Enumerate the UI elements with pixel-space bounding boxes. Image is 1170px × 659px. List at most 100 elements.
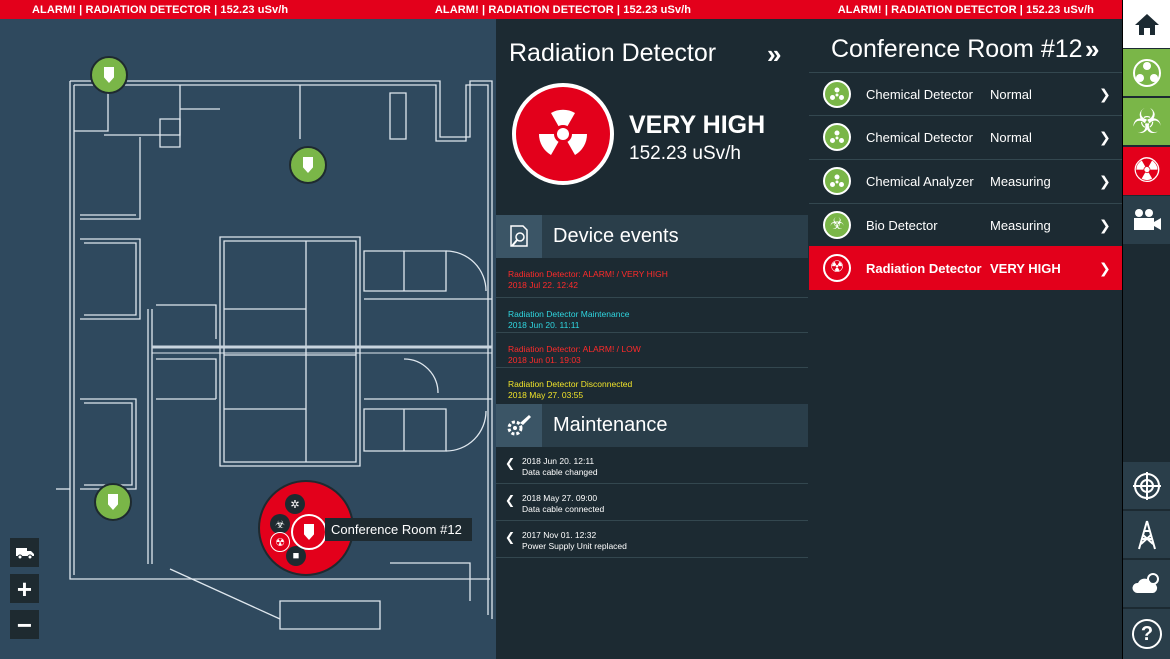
device-events-header: Device events bbox=[496, 215, 808, 258]
floor-plan-map[interactable]: ✲ ☣ ☢ ■ Conference Room #12 + − bbox=[0, 19, 496, 659]
event-text: Radiation Detector: ALARM! / LOW bbox=[508, 344, 641, 354]
event-item[interactable]: Radiation Detector Disconnected 2018 May… bbox=[496, 368, 808, 405]
event-item[interactable]: Radiation Detector: ALARM! / LOW 2018 Ju… bbox=[496, 333, 808, 368]
chemical-icon bbox=[823, 80, 851, 108]
room-panel: Conference Room #12 » Chemical Detector … bbox=[809, 19, 1122, 659]
tower-button[interactable] bbox=[1123, 510, 1170, 558]
chemical-icon bbox=[1133, 58, 1161, 87]
radiation-value: 152.23 uSv/h bbox=[629, 143, 741, 164]
maintenance-item[interactable]: ❮ 2018 Jun 20. 12:11 Data cable changed bbox=[496, 447, 808, 484]
collapse-panel-button[interactable]: » bbox=[767, 39, 781, 70]
radiation-level: VERY HIGH bbox=[629, 111, 766, 139]
weather-button[interactable] bbox=[1123, 559, 1170, 607]
biohazard-filter-button[interactable]: ☣ bbox=[1123, 98, 1170, 146]
floor-plan-drawing bbox=[56, 80, 493, 630]
device-pin-ok[interactable] bbox=[289, 146, 327, 184]
chemical-icon bbox=[823, 123, 851, 151]
event-time: 2018 Jun 01. 19:03 bbox=[508, 355, 581, 365]
chemical-icon bbox=[823, 167, 851, 195]
help-icon: ? bbox=[1132, 619, 1162, 649]
device-name: Chemical Detector bbox=[866, 129, 973, 145]
room-title: Conference Room #12 bbox=[831, 35, 1083, 63]
chevron-right-icon: ❯ bbox=[1099, 128, 1111, 145]
zoom-in-button[interactable]: + bbox=[10, 574, 39, 603]
device-row-chemical-analyzer[interactable]: Chemical Analyzer Measuring ❯ bbox=[809, 159, 1122, 202]
radiation-status-icon bbox=[512, 83, 614, 185]
event-text: Radiation Detector: ALARM! / VERY HIGH bbox=[508, 269, 668, 279]
shield-icon bbox=[104, 67, 114, 83]
tower-icon bbox=[1138, 520, 1156, 549]
device-name: Chemical Analyzer bbox=[866, 173, 974, 189]
device-pin-ok[interactable] bbox=[90, 56, 128, 94]
maintenance-date: 2018 May 27. 09:00 bbox=[522, 493, 598, 503]
maintenance-text: Power Supply Unit replaced bbox=[522, 541, 627, 551]
radiation-filter-button[interactable]: ☢ bbox=[1123, 147, 1170, 195]
event-item[interactable]: Radiation Detector Maintenance 2018 Jun … bbox=[496, 298, 808, 333]
collapse-room-button[interactable]: » bbox=[1085, 34, 1099, 65]
event-item[interactable]: Radiation Detector: ALARM! / VERY HIGH 2… bbox=[496, 258, 808, 298]
maintenance-date: 2017 Nov 01. 12:32 bbox=[522, 530, 597, 540]
alarm-bar[interactable]: ALARM! | RADIATION DETECTOR | 152.23 uSv… bbox=[0, 0, 1122, 19]
shield-icon bbox=[303, 157, 313, 173]
event-time: 2018 May 27. 03:55 bbox=[508, 390, 584, 400]
crosshair-icon bbox=[1133, 471, 1161, 500]
biohazard-icon: ☣ bbox=[1131, 102, 1163, 141]
device-row-chemical-detector[interactable]: Chemical Detector Normal ❯ bbox=[809, 72, 1122, 115]
shield-icon bbox=[304, 524, 314, 540]
truck-icon bbox=[15, 547, 34, 559]
vehicle-button[interactable] bbox=[10, 538, 39, 567]
help-button[interactable]: ? bbox=[1123, 608, 1170, 659]
device-row-chemical-detector[interactable]: Chemical Detector Normal ❯ bbox=[809, 115, 1122, 158]
device-name: Radiation Detector bbox=[866, 260, 982, 276]
zoom-out-button[interactable]: − bbox=[10, 610, 39, 639]
target-button[interactable] bbox=[1123, 461, 1170, 509]
app-root: ALARM! | RADIATION DETECTOR | 152.23 uSv… bbox=[0, 0, 1170, 659]
event-time: 2018 Jul 22. 12:42 bbox=[508, 280, 578, 290]
wrench-gear-icon bbox=[496, 404, 542, 447]
maintenance-item[interactable]: ❮ 2018 May 27. 09:00 Data cable connecte… bbox=[496, 484, 808, 521]
device-status: Measuring bbox=[990, 217, 1051, 233]
chevron-right-icon: ❯ bbox=[1099, 85, 1111, 102]
chevron-left-icon: ❮ bbox=[505, 530, 516, 544]
maintenance-date: 2018 Jun 20. 12:11 bbox=[522, 456, 595, 466]
maintenance-header: Maintenance bbox=[496, 404, 808, 447]
device-events-title: Device events bbox=[553, 225, 679, 247]
device-row-radiation-detector[interactable]: ☢ Radiation Detector VERY HIGH ❯ bbox=[809, 246, 1122, 290]
maintenance-text: Data cable changed bbox=[522, 467, 598, 477]
panel-title: Radiation Detector bbox=[509, 39, 717, 67]
camera-filter-button[interactable] bbox=[1123, 196, 1170, 244]
chevron-right-icon: ❯ bbox=[1099, 172, 1111, 189]
device-pin-alarm[interactable] bbox=[291, 514, 327, 550]
alarm-text-left: ALARM! | RADIATION DETECTOR | 152.23 uSv… bbox=[32, 3, 289, 16]
chevron-right-icon: ❯ bbox=[1099, 259, 1111, 276]
chemical-icon: ✲ bbox=[285, 494, 305, 514]
radiation-icon bbox=[538, 109, 588, 155]
home-button[interactable] bbox=[1123, 0, 1170, 48]
biohazard-icon: ☣ bbox=[270, 514, 290, 534]
device-status: VERY HIGH bbox=[990, 260, 1061, 276]
detector-panel: Radiation Detector » VERY HIGH 152.23 uS… bbox=[496, 19, 808, 659]
chevron-left-icon: ❮ bbox=[505, 456, 516, 470]
event-text: Radiation Detector Disconnected bbox=[508, 379, 633, 389]
camera-icon bbox=[1134, 209, 1161, 230]
document-search-icon bbox=[496, 215, 542, 258]
chevron-left-icon: ❮ bbox=[505, 493, 516, 507]
device-row-bio-detector[interactable]: ☣ Bio Detector Measuring ❯ bbox=[809, 203, 1122, 246]
alarm-text-right: ALARM! | RADIATION DETECTOR | 152.23 uSv… bbox=[837, 3, 1094, 16]
room-label: Conference Room #12 bbox=[325, 518, 472, 541]
alarm-text-center: ALARM! | RADIATION DETECTOR | 152.23 uSv… bbox=[434, 3, 692, 16]
device-pin-ok[interactable] bbox=[94, 483, 132, 521]
device-name: Bio Detector bbox=[866, 217, 938, 233]
device-status: Normal bbox=[990, 129, 1032, 145]
device-status: Measuring bbox=[990, 173, 1051, 189]
radiation-icon: ☢ bbox=[823, 254, 851, 282]
maintenance-item[interactable]: ❮ 2017 Nov 01. 12:32 Power Supply Unit r… bbox=[496, 521, 808, 558]
right-toolbar: ☣ ☢ ? bbox=[1122, 0, 1170, 659]
event-time: 2018 Jun 20. 11:11 bbox=[508, 320, 580, 330]
chemical-filter-button[interactable] bbox=[1123, 49, 1170, 97]
weather-icon bbox=[1132, 572, 1159, 593]
radiation-icon: ☢ bbox=[1131, 152, 1163, 190]
maintenance-text: Data cable connected bbox=[522, 504, 605, 514]
event-text: Radiation Detector Maintenance bbox=[508, 309, 630, 319]
shield-icon bbox=[108, 494, 118, 510]
